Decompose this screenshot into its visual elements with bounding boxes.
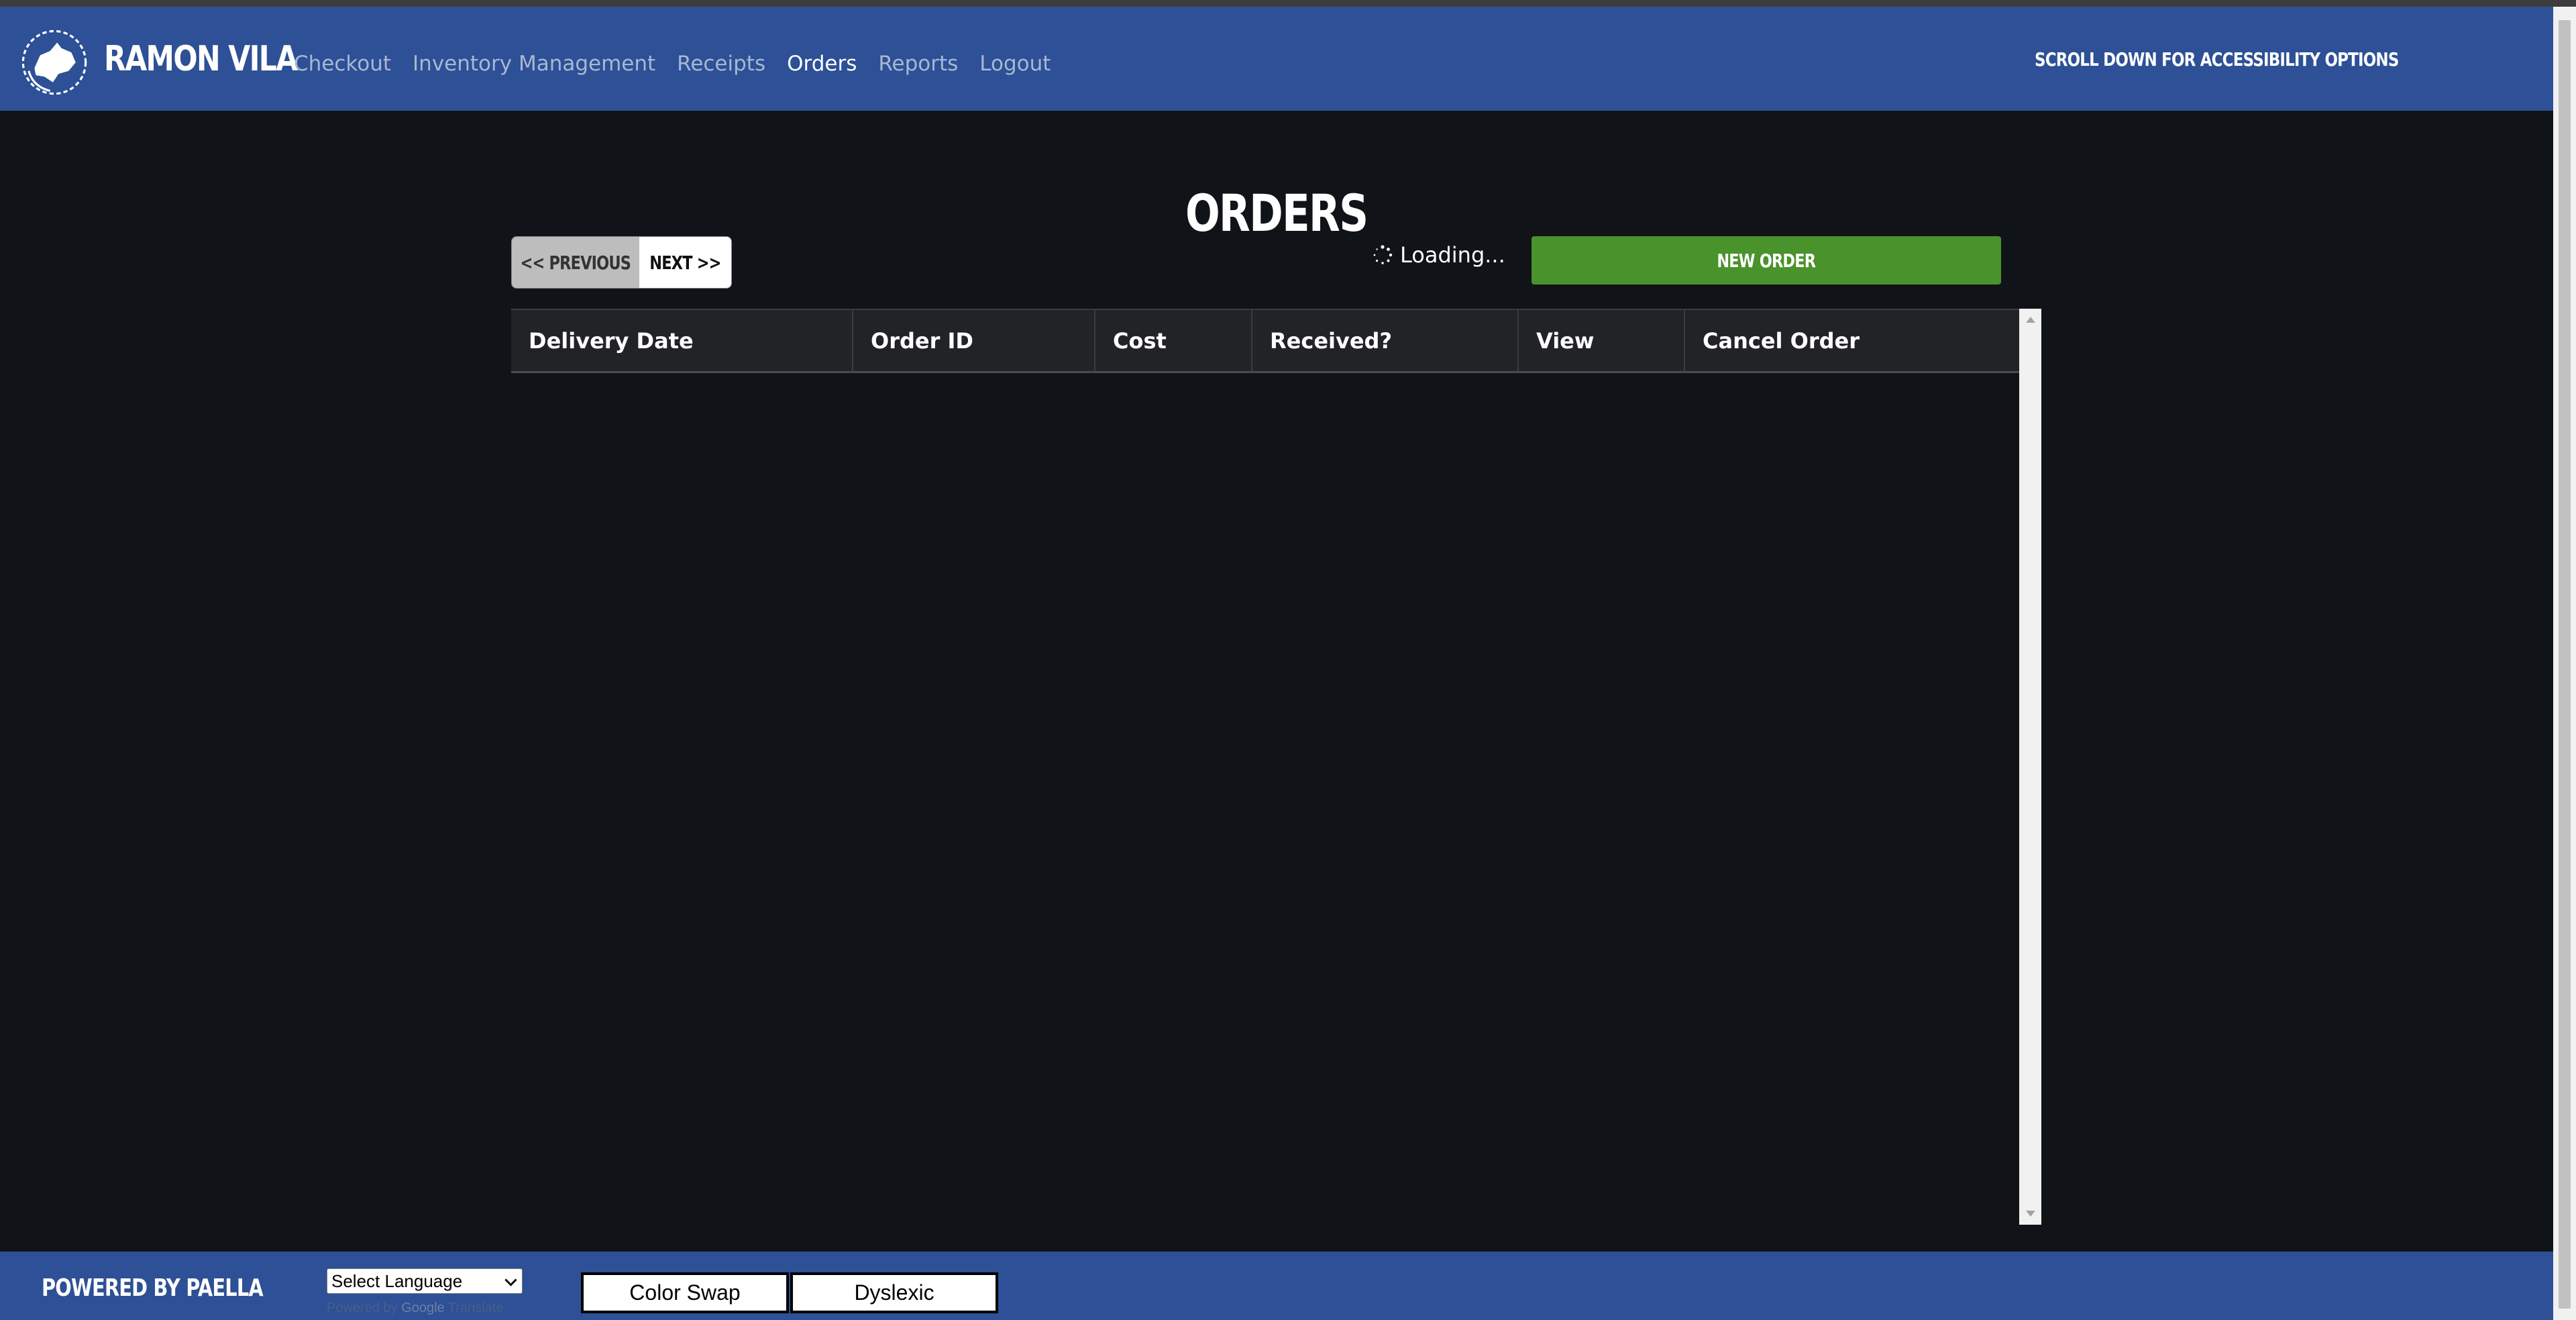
chevron-down-icon <box>504 1274 517 1286</box>
scroll-down-arrow-icon[interactable] <box>2026 1211 2035 1217</box>
table-header-row: Delivery Date Order ID Cost Received? Vi… <box>511 309 2019 373</box>
powered-by-text: POWERED BY PAELLA <box>42 1274 264 1302</box>
column-header-cancel-order[interactable]: Cancel Order <box>1685 310 2019 371</box>
dyslexic-button[interactable]: Dyslexic <box>790 1272 998 1313</box>
footer: POWERED BY PAELLA Select Language Powere… <box>0 1252 2553 1320</box>
google-translate-credit: Powered by Google Translate <box>327 1301 504 1315</box>
language-select-value: Select Language <box>331 1270 463 1291</box>
loading-spinner-icon <box>1373 245 1393 264</box>
loading-text: Loading... <box>1400 242 1505 268</box>
nav-checkout[interactable]: Checkout <box>294 52 391 76</box>
column-header-order-id[interactable]: Order ID <box>853 310 1095 371</box>
column-header-delivery-date[interactable]: Delivery Date <box>511 310 853 371</box>
table-scrollbar[interactable] <box>2019 309 2041 1225</box>
brand-name[interactable]: RAMON VILA <box>104 39 298 79</box>
top-navbar: RAMON VILA Checkout Inventory Management… <box>0 7 2553 111</box>
page-scrollbar[interactable] <box>2553 7 2576 1320</box>
logo-icon[interactable] <box>19 27 90 98</box>
accessibility-scroll-note: SCROLL DOWN FOR ACCESSIBILITY OPTIONS <box>2035 48 2399 70</box>
previous-button[interactable]: << PREVIOUS <box>512 237 639 288</box>
language-select[interactable]: Select Language <box>327 1268 523 1294</box>
nav-receipts[interactable]: Receipts <box>677 52 765 76</box>
nav-orders[interactable]: Orders <box>787 52 857 76</box>
column-header-received[interactable]: Received? <box>1252 310 1519 371</box>
scroll-up-arrow-icon[interactable] <box>2026 317 2035 323</box>
pagination-controls: << PREVIOUS NEXT >> <box>511 236 732 289</box>
main-nav: Checkout Inventory Management Receipts O… <box>294 52 1072 76</box>
new-order-button[interactable]: NEW ORDER <box>1532 236 2001 285</box>
browser-top-edge <box>0 0 2576 7</box>
column-header-cost[interactable]: Cost <box>1095 310 1252 371</box>
next-button[interactable]: NEXT >> <box>639 237 731 288</box>
column-header-view[interactable]: View <box>1519 310 1685 371</box>
nav-reports[interactable]: Reports <box>878 52 958 76</box>
nav-inventory-management[interactable]: Inventory Management <box>413 52 655 76</box>
color-swap-button[interactable]: Color Swap <box>581 1272 789 1313</box>
orders-table: Delivery Date Order ID Cost Received? Vi… <box>511 309 2041 1225</box>
page-title: ORDERS <box>1185 183 1368 243</box>
nav-logout[interactable]: Logout <box>979 52 1051 76</box>
loading-indicator: Loading... <box>1372 238 1505 272</box>
page-scrollbar-thumb[interactable] <box>2559 20 2571 1309</box>
